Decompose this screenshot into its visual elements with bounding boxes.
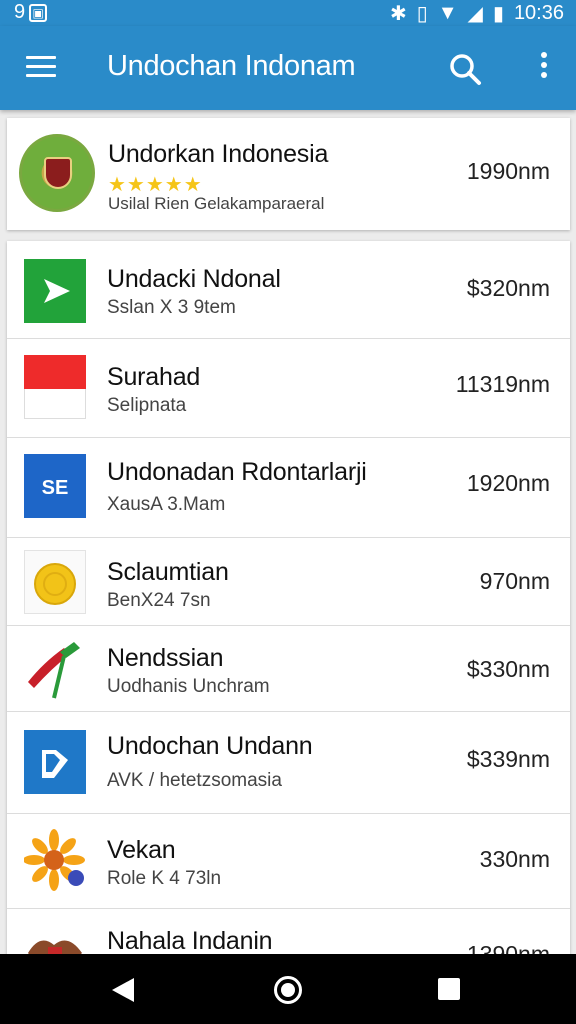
list-item[interactable]: Undochan Undann AVK / hetetzsomasia $339… bbox=[7, 712, 570, 814]
play-arrow-icon bbox=[24, 259, 86, 323]
list-item[interactable]: Nendssian Uodhanis Unchram $330nm bbox=[7, 626, 570, 712]
list-item[interactable]: Undacki Ndonal Sslan X 3 9tem $320nm bbox=[7, 241, 570, 339]
status-bar: 9 ▣ ✱ ▯ ▼ ◢ ▮ 10:36 bbox=[0, 0, 576, 26]
sunflower-icon bbox=[24, 829, 85, 891]
item-subtitle: Selipnata bbox=[107, 395, 187, 416]
featured-price: 1990nm bbox=[466, 158, 550, 184]
coat-of-arms-icon bbox=[19, 134, 95, 212]
item-title: Undochan Undann bbox=[107, 732, 313, 760]
item-price: 970nm bbox=[479, 568, 550, 594]
blue-logo-icon bbox=[24, 730, 86, 794]
indonesia-flag-icon bbox=[24, 355, 86, 419]
green-chili-icon bbox=[28, 642, 80, 699]
item-title: Nahala Indanin bbox=[107, 927, 273, 955]
navigation-bar bbox=[0, 954, 576, 1024]
item-subtitle: Uodhanis Unchram bbox=[107, 676, 270, 697]
item-title: Surahad bbox=[107, 363, 201, 391]
item-price: $330nm bbox=[466, 656, 550, 682]
item-title: Nendssian bbox=[107, 644, 224, 672]
overflow-menu-icon[interactable] bbox=[537, 52, 551, 84]
list-item[interactable]: SE Undonadan Rdontarlarji XausA 3.Mam 19… bbox=[7, 438, 570, 538]
bluetooth-icon: ✱ bbox=[389, 3, 407, 25]
gallery-icon: ▣ bbox=[29, 3, 48, 22]
home-icon[interactable] bbox=[274, 976, 302, 1004]
featured-card[interactable]: Undorkan Indonesia ★★★★★ Usilal Rien Gel… bbox=[7, 118, 570, 230]
list-item[interactable]: Surahad Selipnata 11319nm bbox=[7, 339, 570, 438]
battery-icon: ▮ bbox=[492, 3, 504, 25]
item-subtitle: Role K 4 73ln bbox=[107, 868, 222, 889]
svg-text:SE: SE bbox=[42, 477, 69, 499]
app-title: Undochan Indonam bbox=[107, 50, 356, 82]
status-right: ✱ ▯ ▼ ◢ ▮ 10:36 bbox=[390, 1, 564, 26]
recent-apps-icon[interactable] bbox=[438, 978, 460, 1000]
coin-icon bbox=[24, 550, 86, 614]
item-price: $320nm bbox=[466, 275, 550, 301]
vibrate-icon: ▯ bbox=[416, 3, 428, 25]
item-price: 11319nm bbox=[455, 371, 550, 397]
featured-title: Undorkan Indonesia bbox=[108, 140, 329, 168]
search-icon[interactable] bbox=[448, 52, 482, 86]
se-logo-icon: SE bbox=[24, 454, 86, 518]
status-left: 9 ▣ bbox=[14, 1, 48, 24]
item-subtitle: BenX24 7sn bbox=[107, 590, 211, 611]
status-left-time: 9 bbox=[14, 1, 26, 23]
item-subtitle: XausA 3.Mam bbox=[107, 494, 226, 515]
item-subtitle: Sslan X 3 9tem bbox=[107, 297, 236, 318]
app-list: Undacki Ndonal Sslan X 3 9tem $320nm Sur… bbox=[7, 241, 570, 961]
item-subtitle: AVK / hetetzsomasia bbox=[107, 770, 282, 791]
item-title: Undacki Ndonal bbox=[107, 265, 281, 293]
status-time: 10:36 bbox=[513, 2, 564, 24]
signal-icon: ◢ bbox=[467, 3, 483, 25]
wifi-icon: ▼ bbox=[437, 2, 458, 24]
hamburger-menu-icon[interactable] bbox=[26, 56, 56, 78]
featured-subtitle: Usilal Rien Gelakamparaeral bbox=[108, 194, 325, 213]
item-title: Sclaumtian bbox=[107, 558, 229, 586]
list-item[interactable]: Vekan Role K 4 73ln 330nm bbox=[7, 814, 570, 909]
app-bar: Undochan Indonam bbox=[0, 26, 576, 110]
item-price: 1920nm bbox=[466, 470, 550, 496]
item-price: 330nm bbox=[479, 846, 550, 872]
item-price: $339nm bbox=[466, 746, 550, 772]
back-icon[interactable] bbox=[112, 978, 134, 1002]
item-title: Vekan bbox=[107, 836, 176, 864]
list-item[interactable]: Sclaumtian BenX24 7sn 970nm bbox=[7, 538, 570, 626]
item-title: Undonadan Rdontarlarji bbox=[107, 458, 367, 486]
